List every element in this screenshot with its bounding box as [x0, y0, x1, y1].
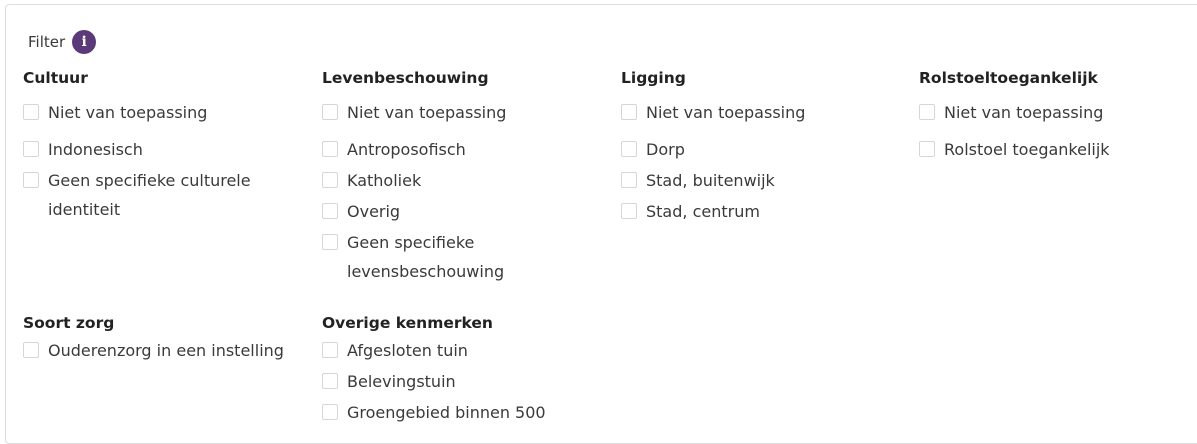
checkbox[interactable]: [322, 404, 338, 420]
checkbox[interactable]: [621, 104, 637, 120]
checkbox-option[interactable]: Niet van toepassing: [919, 98, 1189, 127]
checkbox-label: Stad, buitenwijk: [646, 171, 775, 190]
checkbox[interactable]: [621, 203, 637, 219]
checkbox-label: Antroposofisch: [347, 140, 466, 159]
checkbox-label: Niet van toepassing: [48, 103, 208, 122]
group-title: Rolstoeltoegankelijk: [919, 69, 1098, 87]
checkbox[interactable]: [322, 104, 338, 120]
info-icon[interactable]: i: [72, 30, 97, 54]
checkbox[interactable]: [919, 104, 935, 120]
checkbox-label: Geen specifieke culturele identiteit: [48, 171, 251, 219]
checkbox-option[interactable]: Afgesloten tuin: [322, 336, 592, 365]
filter-header: Filter i: [28, 30, 97, 54]
checkbox-label: Stad, centrum: [646, 202, 760, 221]
checkbox-option[interactable]: Niet van toepassing: [322, 98, 592, 127]
filter-group-overige-kenmerken: Overige kenmerken Afgesloten tuin Belevi…: [322, 312, 592, 427]
checkbox-option[interactable]: Niet van toepassing: [23, 98, 293, 127]
checkbox-option[interactable]: Antroposofisch: [322, 135, 592, 164]
checkbox[interactable]: [322, 203, 338, 219]
checkbox-option[interactable]: Geen specifieke culturele identiteit: [23, 166, 283, 224]
checkbox[interactable]: [23, 104, 39, 120]
checkbox-option[interactable]: Geen specifieke levensbeschouwing: [322, 228, 592, 286]
group-title: Overige kenmerken: [322, 314, 493, 332]
checkbox[interactable]: [621, 141, 637, 157]
checkbox-label: Rolstoel toegankelijk: [944, 140, 1110, 159]
checkbox[interactable]: [322, 234, 338, 250]
filter-group-levensbeschouwing: Levenbeschouwing Niet van toepassing Ant…: [322, 67, 592, 286]
checkbox-option[interactable]: Dorp: [621, 135, 891, 164]
checkbox[interactable]: [919, 141, 935, 157]
filter-group-cultuur: Cultuur Niet van toepassing Indonesisch …: [23, 67, 293, 224]
checkbox-label: Niet van toepassing: [646, 103, 806, 122]
checkbox-option[interactable]: Niet van toepassing: [621, 98, 891, 127]
checkbox[interactable]: [322, 373, 338, 389]
checkbox-option[interactable]: Rolstoel toegankelijk: [919, 135, 1189, 164]
checkbox-label: Afgesloten tuin: [347, 341, 468, 360]
checkbox-label: Belevingstuin: [347, 372, 456, 391]
checkbox-option[interactable]: Stad, centrum: [621, 197, 891, 226]
checkbox-label: Niet van toepassing: [944, 103, 1104, 122]
checkbox-option[interactable]: Stad, buitenwijk: [621, 166, 891, 195]
checkbox-label: Dorp: [646, 140, 685, 159]
checkbox-option[interactable]: Indonesisch: [23, 135, 293, 164]
checkbox-option[interactable]: Belevingstuin: [322, 367, 592, 396]
checkbox-label: Overig: [347, 202, 401, 221]
checkbox-label: Groengebied binnen 500: [347, 403, 546, 422]
checkbox-label: Geen specifieke levensbeschouwing: [347, 233, 505, 281]
checkbox-option[interactable]: Katholiek: [322, 166, 592, 195]
checkbox[interactable]: [23, 172, 39, 188]
group-title: Soort zorg: [23, 314, 115, 332]
checkbox[interactable]: [23, 141, 39, 157]
checkbox-label: Niet van toepassing: [347, 103, 507, 122]
group-title: Ligging: [621, 69, 686, 87]
checkbox-label: Ouderenzorg in een instelling: [48, 341, 284, 360]
filter-group-rolstoeltoegankelijk: Rolstoeltoegankelijk Niet van toepassing…: [919, 67, 1189, 164]
checkbox[interactable]: [322, 172, 338, 188]
group-title: Levenbeschouwing: [322, 69, 489, 87]
checkbox[interactable]: [23, 342, 39, 358]
checkbox-option[interactable]: Overig: [322, 197, 592, 226]
checkbox-label: Katholiek: [347, 171, 422, 190]
filter-group-ligging: Ligging Niet van toepassing Dorp Stad, b…: [621, 67, 891, 226]
checkbox[interactable]: [621, 172, 637, 188]
checkbox-label: Indonesisch: [48, 140, 143, 159]
group-title: Cultuur: [23, 69, 88, 87]
filter-panel: Filter i Cultuur Niet van toepassing Ind…: [5, 4, 1197, 444]
checkbox-option[interactable]: Ouderenzorg in een instelling: [23, 336, 293, 365]
checkbox[interactable]: [322, 141, 338, 157]
checkbox-option[interactable]: Groengebied binnen 500: [322, 398, 592, 427]
checkbox[interactable]: [322, 342, 338, 358]
filter-label: Filter: [28, 33, 66, 51]
filter-group-soort-zorg: Soort zorg Ouderenzorg in een instelling: [23, 312, 293, 365]
